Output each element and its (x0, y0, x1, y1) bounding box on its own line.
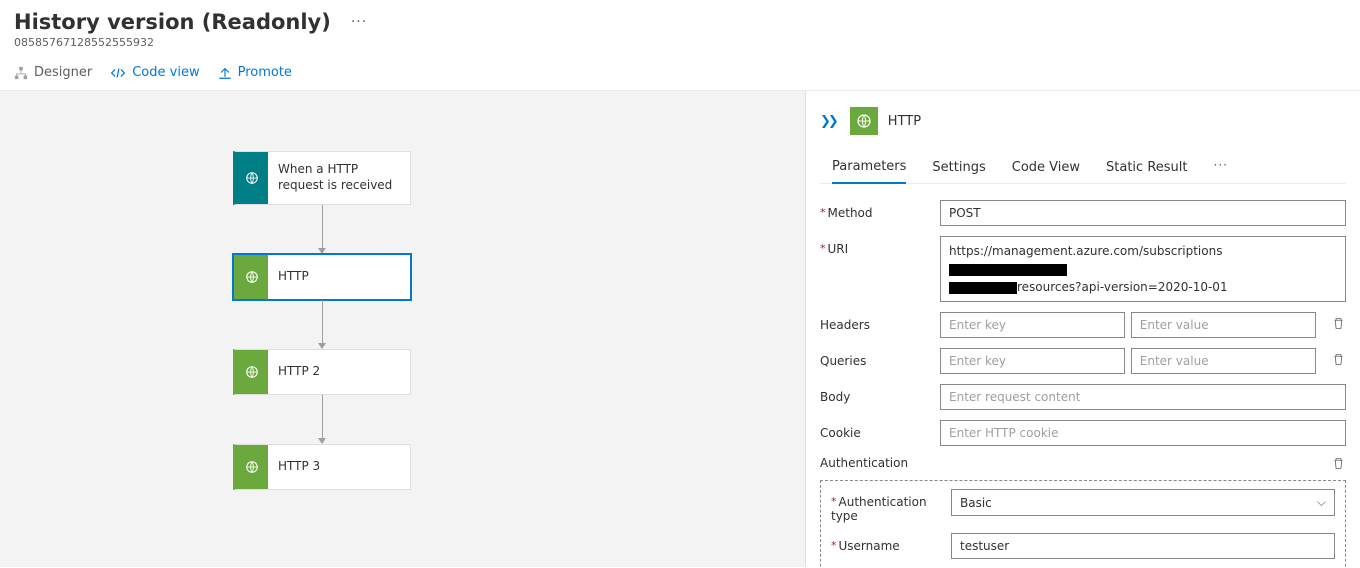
header-value-input[interactable] (1131, 312, 1316, 338)
flow-arrow (318, 205, 326, 254)
username-input[interactable] (951, 533, 1335, 559)
method-input[interactable] (940, 200, 1346, 226)
uri-text-pre: https://management.azure.com/subscriptio… (949, 244, 1222, 258)
body-input[interactable] (940, 384, 1346, 410)
collapse-panel-icon[interactable]: ❯❯ (820, 114, 836, 129)
header-key-input[interactable] (940, 312, 1125, 338)
http-icon (236, 255, 268, 299)
promote-icon (218, 66, 232, 80)
method-label: Method (820, 200, 940, 220)
authtype-label: Authentication type (831, 489, 951, 523)
sitemap-icon (14, 66, 28, 80)
authentication-label: Authentication (820, 456, 908, 470)
http-step-1[interactable]: HTTP (233, 254, 411, 300)
version-id: 08585767128552555932 (14, 36, 1346, 49)
delete-icon[interactable] (1332, 312, 1346, 330)
uri-input[interactable]: https://management.azure.com/subscriptio… (940, 236, 1346, 302)
page-title: History version (Readonly) (14, 10, 331, 34)
queries-label: Queries (820, 348, 940, 368)
codeview-button[interactable]: Code view (110, 65, 199, 80)
http-step-3[interactable]: HTTP 3 (233, 444, 411, 490)
http-icon (236, 445, 268, 489)
trigger-label: When a HTTP request is received (278, 158, 410, 197)
tab-staticresult[interactable]: Static Result (1106, 154, 1187, 183)
tab-parameters[interactable]: Parameters (832, 153, 906, 184)
designer-button[interactable]: Designer (14, 65, 92, 80)
http-icon (850, 107, 878, 135)
http-icon (236, 350, 268, 394)
promote-label: Promote (238, 65, 292, 80)
codeview-label: Code view (132, 65, 199, 80)
headers-label: Headers (820, 312, 940, 332)
body-label: Body (820, 384, 940, 404)
http-step-1-label: HTTP (278, 265, 317, 289)
http-step-3-label: HTTP 3 (278, 455, 328, 479)
panel-title: HTTP (888, 114, 921, 129)
properties-panel: ❯❯ HTTP Parameters Settings Code View St… (805, 91, 1360, 567)
redacted-text (949, 264, 1067, 276)
designer-label: Designer (34, 65, 92, 80)
flow-arrow (318, 395, 326, 444)
promote-button[interactable]: Promote (218, 65, 292, 80)
flow-arrow (318, 300, 326, 349)
cookie-label: Cookie (820, 420, 940, 440)
toolbar: Designer Code view Promote (0, 55, 1360, 91)
username-label: Username (831, 533, 951, 553)
more-menu[interactable]: ··· (347, 14, 371, 30)
query-key-input[interactable] (940, 348, 1125, 374)
delete-icon[interactable] (1330, 457, 1346, 470)
delete-icon[interactable] (1332, 348, 1346, 366)
authtype-select[interactable]: Basic ⌵ (951, 489, 1335, 516)
authentication-box: Authentication type Basic ⌵ Username Pas… (820, 480, 1346, 567)
uri-label: URI (820, 236, 940, 256)
trigger-node[interactable]: When a HTTP request is received (233, 151, 411, 205)
panel-tabs: Parameters Settings Code View Static Res… (820, 153, 1346, 184)
tabs-overflow-icon[interactable]: ··· (1214, 158, 1228, 178)
cookie-input[interactable] (940, 420, 1346, 446)
http-request-icon (236, 152, 268, 204)
page-header: History version (Readonly) ··· 085857671… (0, 0, 1360, 55)
query-value-input[interactable] (1131, 348, 1316, 374)
http-step-2-label: HTTP 2 (278, 360, 328, 384)
http-step-2[interactable]: HTTP 2 (233, 349, 411, 395)
code-icon (110, 66, 126, 80)
designer-canvas[interactable]: When a HTTP request is received HTTP HTT… (0, 91, 805, 567)
redacted-text (949, 282, 1017, 294)
tab-codeview[interactable]: Code View (1012, 154, 1080, 183)
uri-text-post: resources?api-version=2020-10-01 (1017, 280, 1228, 294)
tab-settings[interactable]: Settings (932, 154, 985, 183)
chevron-down-icon: ⌵ (1317, 495, 1326, 510)
authtype-value: Basic (960, 496, 992, 510)
